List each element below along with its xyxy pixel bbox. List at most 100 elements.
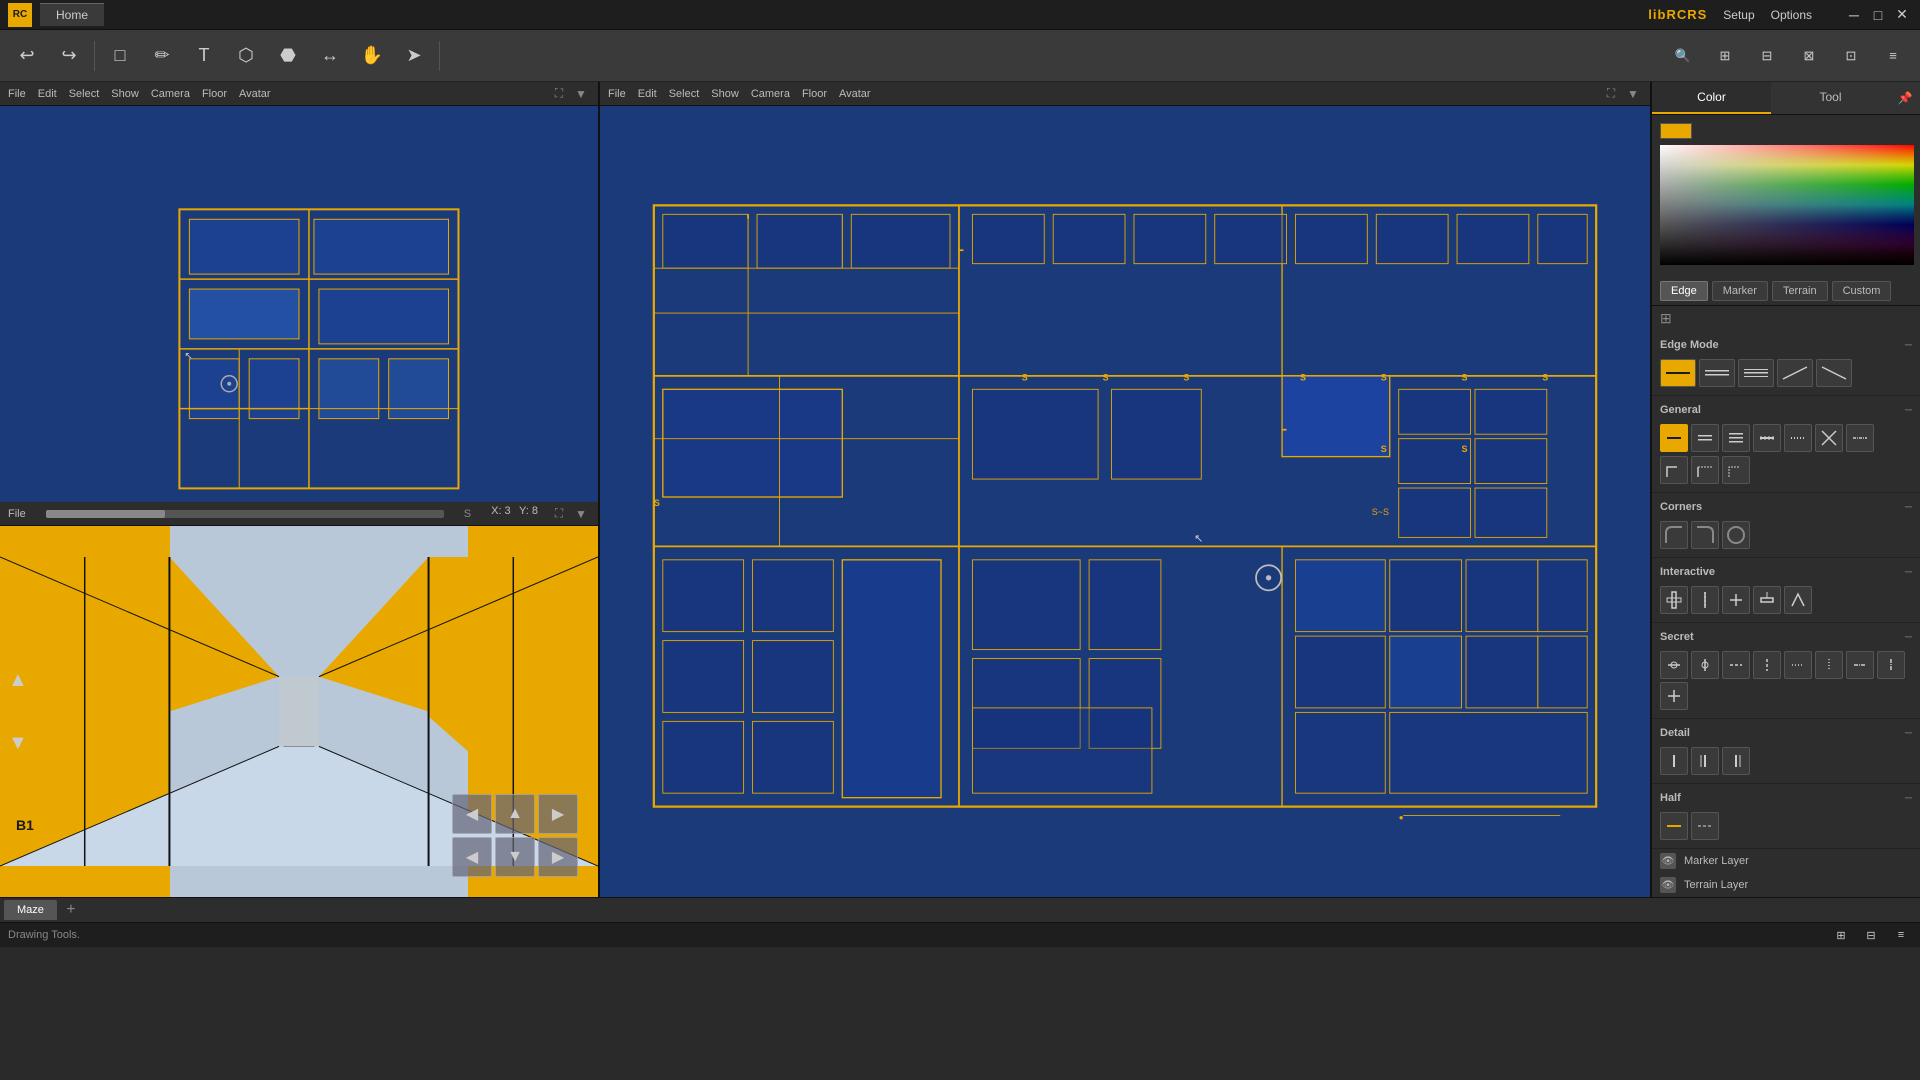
main-menu-avatar[interactable]: Avatar <box>839 88 871 100</box>
nav-up[interactable]: ▲ <box>495 794 535 834</box>
edge-mode-solid[interactable] <box>1660 359 1696 387</box>
half-2[interactable] <box>1691 812 1719 840</box>
secret-2[interactable] <box>1691 651 1719 679</box>
select-tool-button[interactable]: □ <box>101 37 139 75</box>
secret-5[interactable] <box>1784 651 1812 679</box>
interactive-collapse[interactable]: ─ <box>1905 567 1912 578</box>
secret-plus[interactable] <box>1660 682 1688 710</box>
close-button[interactable]: ✕ <box>1892 5 1912 25</box>
pointer-tool-button[interactable]: ➤ <box>395 37 433 75</box>
add-tab-button[interactable]: + <box>61 900 81 920</box>
interactive-header[interactable]: Interactive ─ <box>1660 562 1912 582</box>
draw-tool-button[interactable]: ✏ <box>143 37 181 75</box>
interactive-3[interactable] <box>1722 586 1750 614</box>
tab-tool[interactable]: Tool <box>1771 82 1890 114</box>
top-menu-file[interactable]: File <box>8 88 26 100</box>
main-menu-select[interactable]: Select <box>669 88 700 100</box>
secret-4[interactable] <box>1753 651 1781 679</box>
corner-round-tl[interactable] <box>1660 521 1688 549</box>
top-menu-button[interactable]: ▼ <box>572 85 590 103</box>
top-viewport-canvas[interactable]: ↖ <box>0 106 598 502</box>
menu-options[interactable]: Options <box>1771 8 1812 22</box>
right-tool-5[interactable]: ⊡ <box>1832 37 1870 75</box>
main-menu-floor[interactable]: Floor <box>802 88 827 100</box>
gen-wall-7[interactable] <box>1846 424 1874 452</box>
right-tool-1[interactable]: 🔍 <box>1664 37 1702 75</box>
minimize-button[interactable]: ─ <box>1844 5 1864 25</box>
measure-tool-button[interactable]: ↔ <box>311 37 349 75</box>
top-menu-edit[interactable]: Edit <box>38 88 57 100</box>
selected-color-swatch[interactable] <box>1660 123 1692 139</box>
sidebar-pin-button[interactable]: 📌 <box>1890 82 1920 114</box>
marker-layer-eye[interactable]: 👁 <box>1660 853 1676 869</box>
3d-expand-button[interactable]: ⛶ <box>550 505 568 523</box>
status-btn-1[interactable]: ⊞ <box>1830 924 1852 946</box>
tab-edge[interactable]: Edge <box>1660 281 1708 301</box>
secret-3[interactable] <box>1722 651 1750 679</box>
gen-wall-6[interactable] <box>1815 424 1843 452</box>
color-gradient[interactable] <box>1660 145 1914 265</box>
general-collapse[interactable]: ─ <box>1905 405 1912 416</box>
secret-header[interactable]: Secret ─ <box>1660 627 1912 647</box>
top-menu-show[interactable]: Show <box>111 88 139 100</box>
corners-header[interactable]: Corners ─ <box>1660 497 1912 517</box>
half-header[interactable]: Half ─ <box>1660 788 1912 808</box>
right-tool-4[interactable]: ⊠ <box>1790 37 1828 75</box>
filter-icon[interactable]: ⊞ <box>1660 310 1672 326</box>
main-menu-button[interactable]: ▼ <box>1624 85 1642 103</box>
stamp-tool-button[interactable]: ⬣ <box>269 37 307 75</box>
marker-layer-item[interactable]: 👁 Marker Layer <box>1652 849 1920 873</box>
secret-7[interactable] <box>1846 651 1874 679</box>
secret-6[interactable] <box>1815 651 1843 679</box>
secret-1[interactable] <box>1660 651 1688 679</box>
gen-corner-3[interactable] <box>1722 456 1750 484</box>
gen-wall-2[interactable] <box>1691 424 1719 452</box>
main-viewport-canvas[interactable]: S S S S S S S S S S S~S ↖ ● <box>600 106 1650 897</box>
secret-8[interactable] <box>1877 651 1905 679</box>
top-menu-camera[interactable]: Camera <box>151 88 190 100</box>
gen-wall-4[interactable] <box>1753 424 1781 452</box>
menu-setup[interactable]: Setup <box>1723 8 1754 22</box>
edge-mode-cross-diagonal[interactable] <box>1816 359 1852 387</box>
half-1[interactable] <box>1660 812 1688 840</box>
right-tool-3[interactable]: ⊟ <box>1748 37 1786 75</box>
edge-mode-double[interactable] <box>1699 359 1735 387</box>
home-tab[interactable]: Home <box>40 3 104 26</box>
edge-mode-header[interactable]: Edge Mode ─ <box>1660 335 1912 355</box>
detail-collapse[interactable]: ─ <box>1905 728 1912 739</box>
edge-mode-diagonal[interactable] <box>1777 359 1813 387</box>
nav-down[interactable]: ▼ <box>495 837 535 877</box>
terrain-layer-item[interactable]: 👁 Terrain Layer <box>1652 873 1920 897</box>
text-tool-button[interactable]: T <box>185 37 223 75</box>
general-header[interactable]: General ─ <box>1660 400 1912 420</box>
nav-upright[interactable]: ▶ <box>538 794 578 834</box>
top-expand-button[interactable]: ⛶ <box>550 85 568 103</box>
detail-1[interactable] <box>1660 747 1688 775</box>
up-arrow[interactable]: ▲ <box>8 669 28 692</box>
main-expand-button[interactable]: ⛶ <box>1602 85 1620 103</box>
gen-wall-1[interactable] <box>1660 424 1688 452</box>
edge-mode-triple[interactable] <box>1738 359 1774 387</box>
nav-downright[interactable]: ▶ <box>538 837 578 877</box>
gen-wall-3[interactable] <box>1722 424 1750 452</box>
half-collapse[interactable]: ─ <box>1905 793 1912 804</box>
detail-3[interactable] <box>1722 747 1750 775</box>
tab-marker[interactable]: Marker <box>1712 281 1768 301</box>
edge-mode-collapse[interactable]: ─ <box>1905 340 1912 351</box>
down-arrow[interactable]: ▼ <box>8 732 28 755</box>
main-menu-edit[interactable]: Edit <box>638 88 657 100</box>
status-btn-2[interactable]: ⊟ <box>1860 924 1882 946</box>
polygon-tool-button[interactable]: ⬡ <box>227 37 265 75</box>
nav-downleft[interactable]: ◀ <box>452 837 492 877</box>
main-menu-file[interactable]: File <box>608 88 626 100</box>
gen-wall-5[interactable] <box>1784 424 1812 452</box>
main-menu-show[interactable]: Show <box>711 88 739 100</box>
corners-collapse[interactable]: ─ <box>1905 502 1912 513</box>
interactive-1[interactable] <box>1660 586 1688 614</box>
status-btn-3[interactable]: ≡ <box>1890 924 1912 946</box>
interactive-2[interactable] <box>1691 586 1719 614</box>
corner-round-tr[interactable] <box>1691 521 1719 549</box>
undo-button[interactable]: ↩ <box>8 37 46 75</box>
3d-viewport-canvas[interactable]: ▲ ▼ B1 ◀ ▲ ▶ ◀ ▼ ▶ <box>0 526 598 897</box>
maximize-button[interactable]: □ <box>1868 5 1888 25</box>
